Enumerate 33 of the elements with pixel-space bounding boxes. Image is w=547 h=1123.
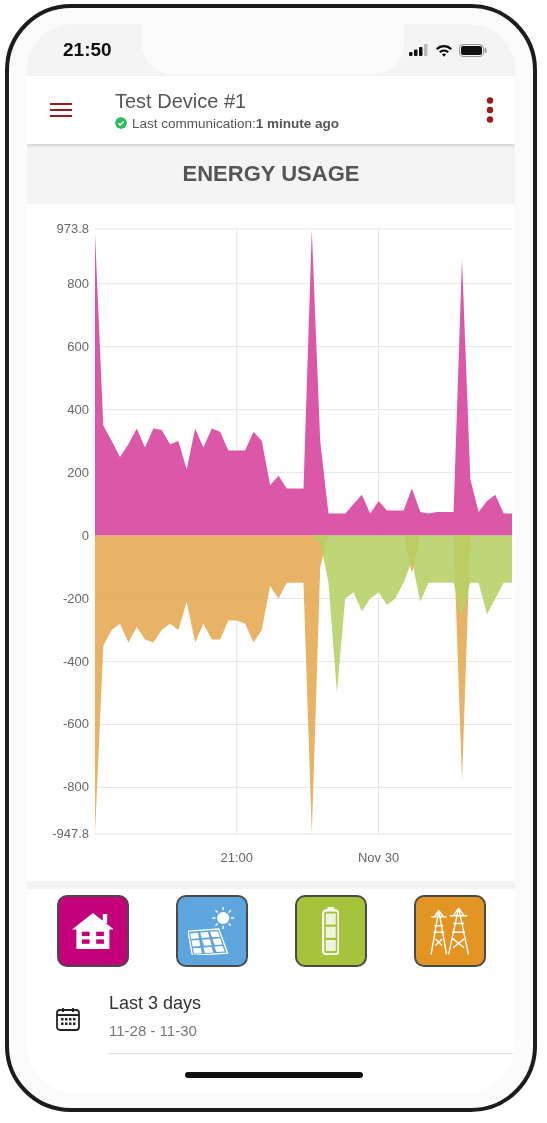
date-range-label[interactable]: Last 3 days: [109, 993, 513, 1014]
x-axis-label: 21:00: [220, 850, 254, 865]
house-button[interactable]: [56, 895, 129, 967]
y-axis-label: -800: [62, 779, 89, 795]
y-axis-label: 400: [67, 401, 89, 417]
solar-button[interactable]: [175, 895, 248, 967]
y-axis-label: 973.8: [56, 221, 89, 236]
battery-icon: [459, 43, 487, 57]
y-axis-label: 0: [81, 527, 89, 543]
power-tower-icon: [429, 906, 470, 956]
battery-button[interactable]: [294, 895, 367, 967]
house-icon: [71, 912, 114, 950]
wifi-icon: [435, 43, 453, 57]
y-axis-label: 800: [67, 275, 89, 291]
y-axis-label: -400: [62, 653, 89, 669]
section-title: ENERGY USAGE: [182, 161, 360, 187]
y-axis-label: -600: [62, 716, 89, 732]
y-axis-label: -200: [62, 590, 89, 606]
menu-icon[interactable]: [50, 103, 72, 117]
more-options-icon[interactable]: [486, 97, 494, 123]
y-axis-label: 600: [67, 338, 89, 354]
x-axis-label: Nov 30: [357, 850, 400, 865]
device-title: Test Device #1: [115, 89, 248, 113]
date-range-text: 11-28 - 11-30: [109, 1022, 198, 1039]
grid-button[interactable]: [413, 895, 486, 967]
y-axis-label: 200: [67, 464, 89, 480]
signal-icon: [409, 44, 429, 56]
solar-panel-icon: [188, 906, 235, 956]
last-communication-text: Last communication:1 minute ago: [132, 115, 340, 131]
calendar-icon[interactable]: [56, 1007, 80, 1031]
y-axis-label: -947.8: [52, 826, 89, 841]
clock-time: 21:50: [63, 39, 112, 61]
battery-icon: [321, 906, 340, 956]
